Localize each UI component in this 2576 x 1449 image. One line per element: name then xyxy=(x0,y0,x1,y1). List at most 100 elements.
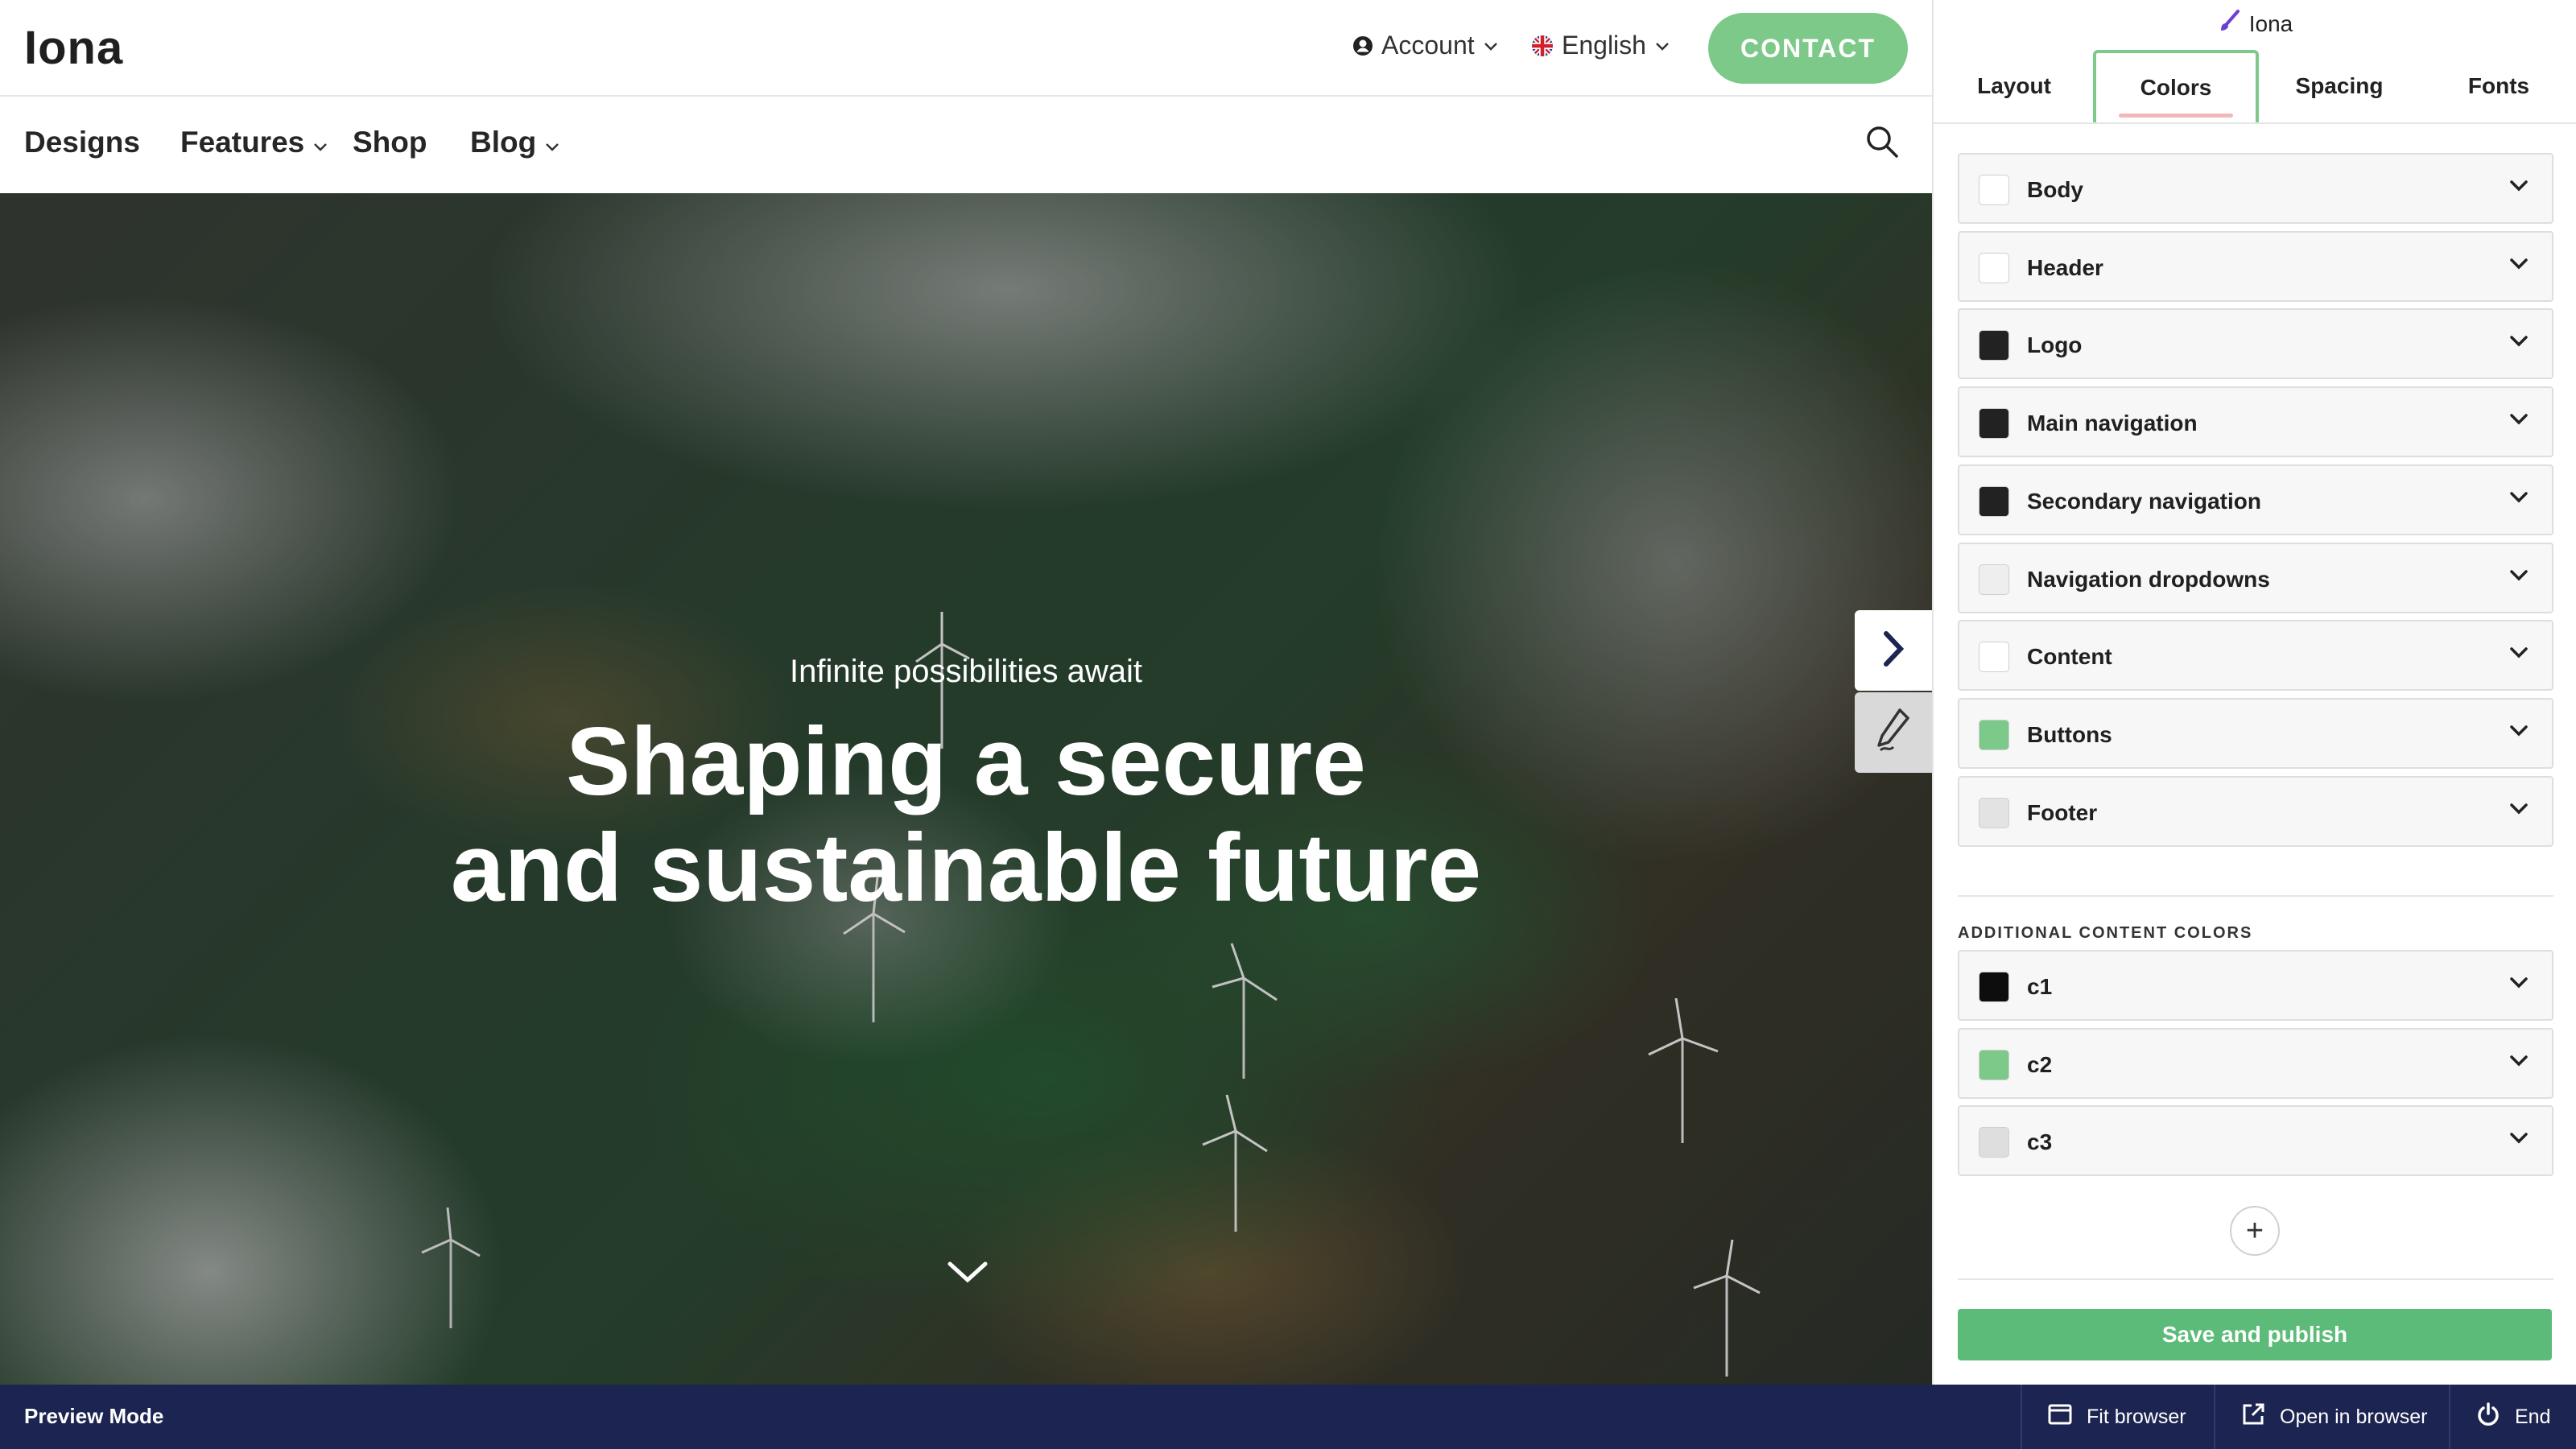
nav-item-label: Designs xyxy=(24,126,140,159)
tab-layout[interactable]: Layout xyxy=(1934,50,2095,122)
color-swatch[interactable] xyxy=(1979,485,2009,517)
external-link-icon xyxy=(2241,1402,2265,1432)
nav-item-features[interactable]: Features xyxy=(180,126,328,159)
chevron-down-icon[interactable] xyxy=(2508,179,2529,197)
color-group-row[interactable]: Footer xyxy=(1958,775,2553,847)
save-and-publish-button[interactable]: Save and publish xyxy=(1958,1309,2552,1360)
chevron-right-icon xyxy=(1881,630,1905,671)
color-group-row[interactable]: c2 xyxy=(1958,1027,2553,1099)
chevron-down-icon[interactable] xyxy=(2508,646,2529,664)
end-preview-button[interactable]: End xyxy=(2449,1385,2576,1449)
fit-browser-label: Fit browser xyxy=(2087,1405,2186,1428)
color-group-row[interactable]: Main navigation xyxy=(1958,386,2553,458)
color-group-label: Body xyxy=(2027,177,2083,202)
chevron-down-icon[interactable] xyxy=(2508,1054,2529,1072)
site-preview: Iona Account English CONTACT Designs Fea… xyxy=(0,0,1932,1385)
pen-icon xyxy=(1876,707,1911,759)
edit-mode-button[interactable] xyxy=(1855,692,1932,773)
color-group-label: Footer xyxy=(2027,799,2098,825)
nav-item-blog[interactable]: Blog xyxy=(470,126,560,159)
site-header: Iona Account English CONTACT xyxy=(0,0,1932,97)
open-in-browser-button[interactable]: Open in browser xyxy=(2214,1385,2449,1449)
preview-toolbar: Preview Mode Fit browser Open in browser… xyxy=(0,1385,2576,1449)
user-icon xyxy=(1352,35,1373,56)
nav-item-shop[interactable]: Shop xyxy=(353,126,427,159)
color-group-label: Secondary navigation xyxy=(2027,488,2261,514)
chevron-down-icon xyxy=(1483,40,1499,52)
chevron-down-icon[interactable] xyxy=(2508,976,2529,994)
chevron-down-icon[interactable] xyxy=(2508,412,2529,431)
color-group-row[interactable]: Body xyxy=(1958,153,2553,224)
active-tab-indicator xyxy=(2119,114,2233,118)
preview-mode-label: Preview Mode xyxy=(24,1404,164,1428)
color-group-label: c3 xyxy=(2027,1129,2053,1155)
chevron-down-icon[interactable] xyxy=(2508,334,2529,353)
chevron-down-icon[interactable] xyxy=(2508,568,2529,587)
end-label: End xyxy=(2515,1405,2551,1428)
account-menu[interactable]: Account xyxy=(1352,31,1499,60)
tab-label: Colors xyxy=(2140,75,2212,100)
color-group-row[interactable]: c1 xyxy=(1958,950,2553,1021)
color-swatch[interactable] xyxy=(1979,642,2009,673)
color-group-label: Content xyxy=(2027,644,2112,670)
color-swatch[interactable] xyxy=(1979,972,2009,1002)
color-swatch[interactable] xyxy=(1979,797,2009,828)
panel-title: Iona xyxy=(1934,10,2576,38)
chevron-down-icon xyxy=(312,126,328,159)
color-group-row[interactable]: Navigation dropdowns xyxy=(1958,542,2553,613)
chevron-down-icon[interactable] xyxy=(2508,490,2529,509)
nav-item-label: Blog xyxy=(470,126,537,159)
color-swatch[interactable] xyxy=(1979,564,2009,595)
panel-tabs: Layout Colors Spacing Fonts xyxy=(1934,50,2576,124)
color-group-row[interactable]: Logo xyxy=(1958,308,2553,380)
account-label: Account xyxy=(1381,31,1475,60)
color-group-row[interactable]: Content xyxy=(1958,620,2553,691)
panel-footer-divider xyxy=(1958,1278,2553,1280)
additional-colors-heading: ADDITIONAL CONTENT COLORS xyxy=(1958,924,2253,942)
tab-label: Fonts xyxy=(2467,73,2530,98)
hero-kicker: Infinite possibilities await xyxy=(790,654,1142,689)
tab-spacing[interactable]: Spacing xyxy=(2259,50,2420,122)
color-group-row[interactable]: Secondary navigation xyxy=(1958,464,2553,535)
panel-title-label: Iona xyxy=(2248,10,2293,36)
color-swatch[interactable] xyxy=(1979,1049,2009,1080)
tab-fonts[interactable]: Fonts xyxy=(2420,50,2576,122)
tab-colors[interactable]: Colors xyxy=(2093,50,2259,122)
chevron-down-icon[interactable] xyxy=(2508,724,2529,742)
language-selector[interactable]: English xyxy=(1531,31,1670,60)
search-icon[interactable] xyxy=(1864,124,1900,163)
power-icon xyxy=(2476,1402,2500,1432)
color-swatch[interactable] xyxy=(1979,408,2009,440)
scroll-down-chevron-icon[interactable] xyxy=(947,1259,989,1289)
collapse-panel-button[interactable] xyxy=(1855,610,1932,691)
nav-item-designs[interactable]: Designs xyxy=(24,126,140,159)
color-swatch[interactable] xyxy=(1979,719,2009,750)
color-swatch[interactable] xyxy=(1979,330,2009,361)
color-group-row[interactable]: c3 xyxy=(1958,1105,2553,1177)
color-group-row[interactable]: Buttons xyxy=(1958,697,2553,769)
color-group-label: Logo xyxy=(2027,332,2083,358)
site-logo[interactable]: Iona xyxy=(24,21,123,75)
color-group-row[interactable]: Header xyxy=(1958,230,2553,302)
chevron-down-icon[interactable] xyxy=(2508,802,2529,820)
color-group-label: Main navigation xyxy=(2027,411,2198,436)
hero-title-line: and sustainable future xyxy=(450,814,1482,922)
brush-icon xyxy=(2219,10,2241,38)
chevron-down-icon xyxy=(1654,40,1670,52)
color-swatch[interactable] xyxy=(1979,1127,2009,1158)
fit-browser-button[interactable]: Fit browser xyxy=(2021,1385,2214,1449)
contact-button[interactable]: CONTACT xyxy=(1708,13,1908,84)
chevron-down-icon[interactable] xyxy=(2508,1131,2529,1150)
color-swatch[interactable] xyxy=(1979,175,2009,205)
window-icon xyxy=(2048,1404,2072,1430)
open-in-browser-label: Open in browser xyxy=(2280,1405,2428,1428)
main-navigation: Designs Features Shop Blog xyxy=(0,98,1932,193)
chevron-down-icon[interactable] xyxy=(2508,257,2529,275)
section-divider xyxy=(1958,895,2553,897)
nav-item-label: Shop xyxy=(353,126,427,159)
hero-banner: Infinite possibilities await Shaping a s… xyxy=(0,193,1932,1385)
hero-title: Shaping a secure and sustainable future xyxy=(0,708,1932,921)
add-color-button[interactable]: + xyxy=(2230,1206,2280,1256)
color-group-label: c1 xyxy=(2027,974,2053,999)
color-swatch[interactable] xyxy=(1979,252,2009,283)
